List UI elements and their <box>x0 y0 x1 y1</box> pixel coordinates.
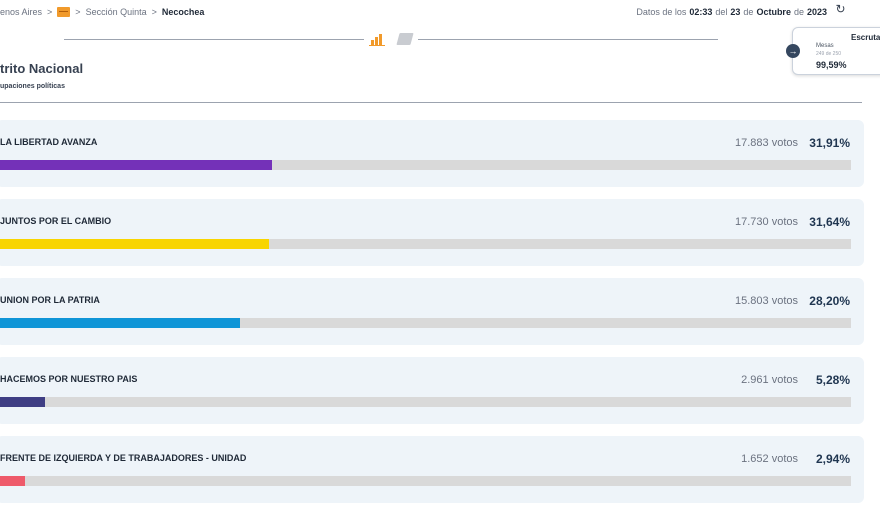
result-bar-track <box>0 318 851 328</box>
party-card: JUNTOS POR EL CAMBIO 17.730 votos 31,64% <box>0 199 864 266</box>
party-votes: 2.961 votos <box>741 374 798 386</box>
party-percent: 31,91% <box>809 136 850 150</box>
timestamp-day: 23 <box>730 7 741 17</box>
party-percent: 2,94% <box>815 452 850 466</box>
timestamp-connector: del <box>715 7 728 17</box>
party-votes: 17.730 votos <box>735 216 798 228</box>
party-name: HACEMOS POR NUESTRO PAIS <box>0 374 138 384</box>
party-percent: 31,64% <box>809 215 850 229</box>
party-card: FRENTE DE IZQUIERDA Y DE TRABAJADORES - … <box>0 436 864 503</box>
mesas-label: Mesas <box>816 43 834 49</box>
map-icon[interactable] <box>396 33 414 45</box>
breadcrumb-separator: > <box>47 7 53 17</box>
party-name: JUNTOS POR EL CAMBIO <box>0 216 112 226</box>
party-card: UNION POR LA PATRIA 15.803 votos 28,20% <box>0 278 864 345</box>
breadcrumb-separator: > <box>75 7 81 17</box>
breadcrumb-province[interactable]: enos Aires <box>0 7 42 17</box>
party-percent: 5,28% <box>815 373 850 387</box>
flag-icon[interactable] <box>57 7 71 17</box>
bar-chart-icon[interactable] <box>369 32 385 46</box>
party-name: FRENTE DE IZQUIERDA Y DE TRABAJADORES - … <box>0 453 247 463</box>
timestamp-prefix: Datos de los <box>636 7 687 17</box>
result-bar-track <box>0 239 851 249</box>
page-title: trito Nacional <box>0 61 84 76</box>
escrutado-title: Escrutad <box>851 33 880 42</box>
page-subtitle: upaciones políticas <box>0 83 65 90</box>
divider <box>0 102 862 103</box>
party-card: HACEMOS POR NUESTRO PAIS 2.961 votos 5,2… <box>0 357 864 424</box>
breadcrumb: enos Aires > > Sección Quinta > Necochea <box>0 5 204 19</box>
timestamp-connector: de <box>743 7 754 17</box>
timestamp-time: 02:33 <box>689 7 713 17</box>
escrutado-percent: 99,59% <box>816 60 847 70</box>
breadcrumb-current: Necochea <box>161 7 205 17</box>
party-votes: 1.652 votos <box>741 453 798 465</box>
party-name: LA LIBERTAD AVANZA <box>0 137 98 147</box>
timestamp-year: 2023 <box>806 7 827 17</box>
result-bar-fill <box>0 476 26 486</box>
data-timestamp: Datos de los 02:33 del 23 de Octubre de … <box>636 5 830 19</box>
party-percent: 28,20% <box>809 294 850 308</box>
result-bar-track <box>0 160 851 170</box>
toggle-divider <box>64 39 364 40</box>
timestamp-connector: de <box>793 7 804 17</box>
party-votes: 15.803 votos <box>735 295 798 307</box>
result-bar-track <box>0 476 851 486</box>
breadcrumb-separator: > <box>151 7 157 17</box>
party-name: UNION POR LA PATRIA <box>0 295 100 305</box>
result-bar-fill <box>0 397 45 407</box>
breadcrumb-section[interactable]: Sección Quinta <box>86 7 147 17</box>
escrutado-card: → Escrutad Mesas 249 de 250 99,59% <box>786 27 880 75</box>
refresh-icon[interactable]: ↻ <box>834 3 847 16</box>
toggle-divider <box>418 39 718 40</box>
result-bar-fill <box>0 239 270 249</box>
mesas-count: 249 de 250 <box>816 51 842 57</box>
arrow-right-icon[interactable]: → <box>786 44 800 58</box>
result-bar-track <box>0 397 851 407</box>
timestamp-month: Octubre <box>756 7 791 17</box>
result-bar-fill <box>0 160 272 170</box>
result-bar-fill <box>0 318 240 328</box>
party-votes: 17.883 votos <box>735 137 798 149</box>
party-card: LA LIBERTAD AVANZA 17.883 votos 31,91% <box>0 120 864 187</box>
